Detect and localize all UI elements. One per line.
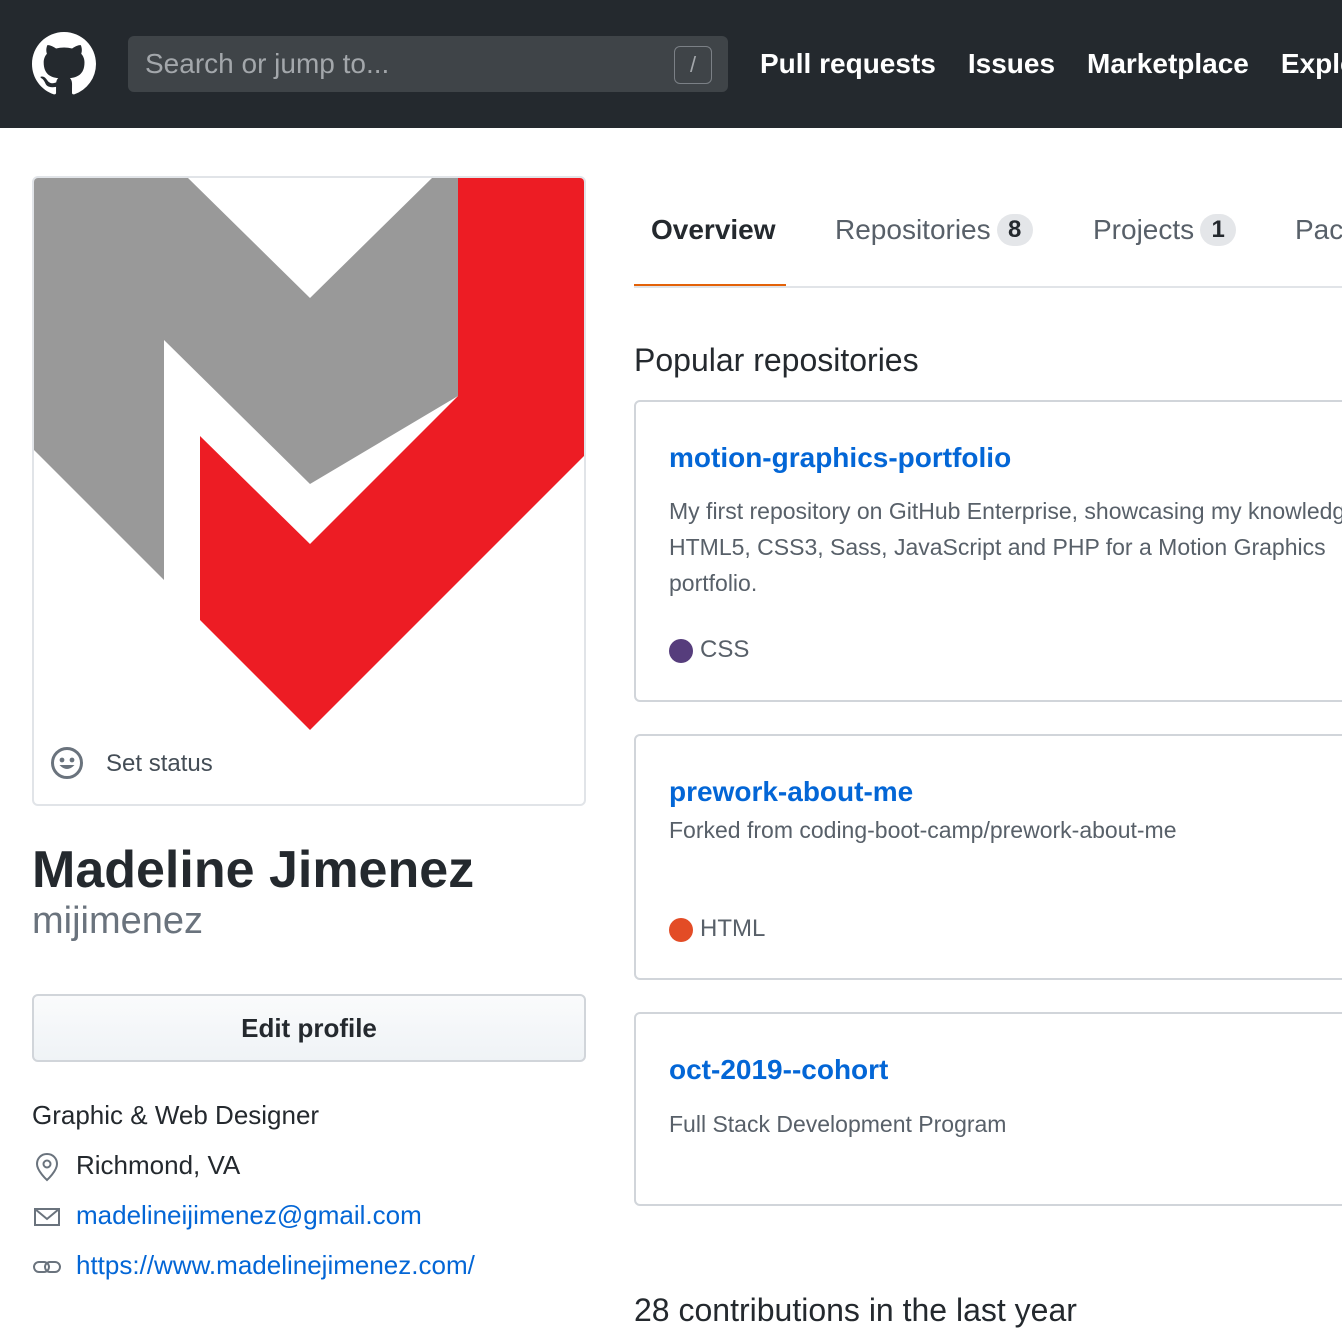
- search-shortcut-badge: /: [674, 46, 712, 84]
- tab-repositories-label: Repositories: [835, 214, 991, 245]
- website-link[interactable]: https://www.madelinejimenez.com/: [76, 1250, 475, 1281]
- location-pin-icon: [35, 1152, 59, 1182]
- profile-username: mijimenez: [32, 900, 204, 942]
- profile-bio: Graphic & Web Designer: [32, 1100, 320, 1130]
- repo-description: Full Stack Development Program: [669, 1106, 1342, 1142]
- github-logo-icon[interactable]: [32, 32, 96, 96]
- tab-overview-label: Overview: [651, 214, 776, 245]
- language-name: HTML: [700, 915, 766, 942]
- repo-card: oct-2019--cohort Full Stack Development …: [634, 1012, 1342, 1206]
- tab-repositories[interactable]: Repositories 8: [835, 214, 1033, 246]
- repo-name-link[interactable]: motion-graphics-portfolio: [669, 442, 1011, 474]
- repositories-count-badge: 8: [996, 214, 1033, 246]
- popular-repositories-heading: Popular repositories: [634, 342, 919, 378]
- language-color-dot: [669, 918, 693, 942]
- nav-pull-requests[interactable]: Pull requests: [760, 48, 936, 80]
- avatar[interactable]: Set status: [32, 176, 586, 806]
- tab-packages[interactable]: Packages: [1295, 214, 1342, 246]
- edit-profile-button[interactable]: Edit profile: [32, 994, 586, 1062]
- profile-location: Richmond, VA: [32, 1150, 592, 1184]
- nav-marketplace[interactable]: Marketplace: [1087, 48, 1249, 80]
- location-text: Richmond, VA: [76, 1150, 241, 1180]
- repo-description-line: Full Stack Development Program: [669, 1111, 1007, 1137]
- smiley-icon: [51, 747, 83, 779]
- top-header: Search or jump to... / Pull requests Iss…: [0, 0, 1342, 128]
- mail-icon: [34, 1208, 60, 1226]
- search-input[interactable]: Search or jump to... /: [128, 36, 728, 92]
- repo-name-link[interactable]: oct-2019--cohort: [669, 1054, 888, 1086]
- repo-description-line: My first repository on GitHub Enterprise…: [669, 498, 1342, 524]
- language-name: CSS: [700, 636, 750, 663]
- tab-projects-label: Projects: [1093, 214, 1195, 245]
- search-placeholder: Search or jump to...: [145, 48, 390, 79]
- nav-issues[interactable]: Issues: [968, 48, 1055, 80]
- header-nav: Pull requests Issues Marketplace Explore: [760, 48, 1342, 80]
- set-status-button[interactable]: Set status: [34, 730, 584, 804]
- email-link[interactable]: madelineijimenez@gmail.com: [76, 1200, 422, 1231]
- profile-fullname: Madeline Jimenez: [32, 841, 475, 899]
- selected-tab-underline: [634, 284, 786, 286]
- profile-website: https://www.madelinejimenez.com/: [32, 1250, 592, 1284]
- repo-card: prework-about-me Forked from coding-boot…: [634, 734, 1342, 980]
- link-icon: [33, 1261, 61, 1273]
- repo-description-line: portfolio.: [669, 570, 758, 596]
- repo-description: Forked from coding-boot-camp/prework-abo…: [669, 812, 1342, 848]
- repo-description: My first repository on GitHub Enterprise…: [669, 493, 1342, 601]
- contributions-heading: 28 contributions in the last year: [634, 1292, 1077, 1328]
- profile-email: madelineijimenez@gmail.com: [32, 1200, 592, 1234]
- tab-projects[interactable]: Projects 1: [1093, 214, 1237, 246]
- mj-monogram-logo: [34, 178, 584, 730]
- set-status-label: Set status: [106, 750, 213, 777]
- language-color-dot: [669, 639, 693, 663]
- tab-packages-label: Packages: [1295, 214, 1342, 245]
- repo-description-line: HTML5, CSS3, Sass, JavaScript and PHP fo…: [669, 534, 1326, 560]
- repo-name-link[interactable]: prework-about-me: [669, 776, 913, 808]
- projects-count-badge: 1: [1200, 214, 1237, 246]
- profile-tabs: Overview Repositories8 Projects1 Package…: [634, 176, 1342, 288]
- repo-description-line: Forked from coding-boot-camp/prework-abo…: [669, 817, 1177, 843]
- nav-explore[interactable]: Explore: [1281, 48, 1342, 80]
- repo-card: motion-graphics-portfolio My first repos…: [634, 400, 1342, 702]
- tab-overview[interactable]: Overview: [651, 214, 776, 246]
